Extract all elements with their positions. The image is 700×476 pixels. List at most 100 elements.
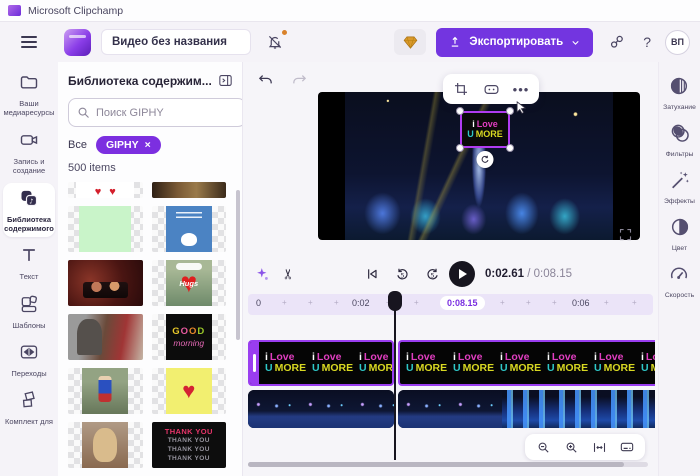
avatar[interactable]: ВП <box>665 29 690 55</box>
resize-handle[interactable] <box>506 107 514 115</box>
aspect-ratio-button[interactable] <box>479 78 503 100</box>
resize-handle[interactable] <box>506 144 514 152</box>
ruler-label: 0:06 <box>572 298 590 308</box>
diamond-icon <box>403 35 418 49</box>
gif-thumbnail-yellow-heart[interactable] <box>151 368 226 414</box>
properties-tab-color[interactable]: Цвет <box>669 216 691 252</box>
panel-scrollbar[interactable] <box>236 190 240 340</box>
filmstrip-frame <box>398 390 450 428</box>
trim-handle[interactable] <box>250 342 259 384</box>
fit-to-screen-button[interactable] <box>587 437 611 457</box>
fullscreen-icon <box>619 228 631 240</box>
gif-thumbnail-green-screen[interactable] <box>68 206 143 252</box>
properties-tab-label: Скорость <box>664 292 695 299</box>
zoom-in-button[interactable] <box>559 437 583 457</box>
play-icon <box>459 269 467 279</box>
text-clip-unit: iLoveUMORE <box>312 350 354 374</box>
text-clip[interactable]: iLoveUMOREiLoveUMOREiLoveUMOREiLoveUMORE <box>248 340 394 386</box>
transparency-checker: G O O Dmorning <box>151 314 226 360</box>
ai-suggestions-button[interactable] <box>249 261 275 287</box>
gif-thumbnail-good-morning[interactable]: G O O Dmorning <box>151 314 226 360</box>
properties-tab-fade[interactable]: Затухание <box>663 75 696 111</box>
collaborate-button[interactable] <box>603 29 629 55</box>
timeline-view-icon <box>620 442 634 452</box>
bell-slash-icon <box>268 35 282 49</box>
skip-to-start-button[interactable] <box>359 261 385 287</box>
library-icon: ♪ <box>19 188 39 213</box>
gif-art <box>76 182 135 198</box>
video-clip[interactable] <box>248 390 394 428</box>
text-clip-unit: iLoveUMORE <box>265 350 307 374</box>
sidebar-item-record[interactable]: Запись и создание <box>3 125 55 180</box>
premium-button[interactable] <box>394 29 427 55</box>
items-count: 500 items <box>68 162 116 174</box>
redo-icon <box>292 74 306 83</box>
export-button[interactable]: Экспортировать <box>436 27 594 57</box>
split-button[interactable]: ✂ <box>275 261 301 287</box>
undo-button[interactable] <box>255 70 275 90</box>
filmstrip-frame <box>450 390 502 428</box>
gif-thumbnail-blue-dog-card[interactable] <box>151 206 226 252</box>
properties-tab-filters[interactable]: Фильтры <box>666 122 693 158</box>
sidebar-item-text[interactable]: Текст <box>3 240 55 285</box>
sidebar-item-transitions[interactable]: Переходы <box>3 337 55 382</box>
panel-title: Библиотека содержим... <box>68 73 212 88</box>
editor-main: ••• i Love U MORE ✂ 5 5 0:02.61 / 0:08.1… <box>243 62 658 476</box>
gif-thumbnail-teddy-bear[interactable] <box>68 422 143 468</box>
rewind-5s-button[interactable]: 5 <box>389 261 415 287</box>
transparency-checker <box>151 206 226 252</box>
gif-thumbnail-concert-scene[interactable] <box>68 260 143 306</box>
rotate-handle[interactable] <box>476 151 494 168</box>
search-input[interactable] <box>96 106 238 119</box>
sidebar-item-brandkit[interactable]: Комплект для <box>3 385 55 430</box>
resize-handle[interactable] <box>456 107 464 115</box>
zoom-out-button[interactable] <box>531 437 555 457</box>
timeline-zoom-controls <box>525 434 645 460</box>
video-preview[interactable]: i Love U MORE <box>318 92 640 240</box>
sidebar-item-folder[interactable]: Ваши медиаресурсы <box>3 67 55 122</box>
sidebar-item-templates[interactable]: Шаблоны <box>3 289 55 334</box>
sidebar-item-label: Переходы <box>11 369 47 378</box>
properties-tab-speed[interactable]: Скорость <box>665 263 694 299</box>
timeline-view-button[interactable] <box>615 437 639 457</box>
properties-tab-effects[interactable]: Эффекты <box>664 169 695 205</box>
project-title-input[interactable] <box>101 29 251 55</box>
sidebar-item-library[interactable]: ♪ Библиотека содержимого <box>3 182 55 238</box>
video-clip[interactable] <box>398 390 655 428</box>
more-options-button[interactable]: ••• <box>509 78 533 100</box>
filter-category-label[interactable]: Все <box>68 139 87 151</box>
text-clip[interactable]: i Love U MORE i Love U MORE i Love U MORE i Love U MORE… <box>398 340 655 386</box>
help-button[interactable]: ? <box>639 34 655 50</box>
color-icon <box>669 216 691 243</box>
forward-5s-button[interactable]: 5 <box>419 261 445 287</box>
gif-thumbnail-hugs-heart[interactable]: Hugs <box>151 260 226 306</box>
timeline-scrollbar[interactable] <box>248 462 648 467</box>
collapse-panel-button[interactable] <box>217 72 234 89</box>
redo-button[interactable] <box>289 70 309 90</box>
notifications-muted-button[interactable] <box>261 28 289 56</box>
selected-gif-sticker[interactable]: i Love U MORE <box>456 107 514 168</box>
gif-art: G O O Dmorning <box>165 314 212 360</box>
brandkit-icon <box>19 390 39 415</box>
gif-thumbnail-superman[interactable] <box>68 368 143 414</box>
gif-thumbnail-sepia-photo[interactable] <box>151 182 226 198</box>
crop-button[interactable] <box>449 78 473 100</box>
collapse-panel-icon <box>219 75 232 86</box>
gif-thumbnail-cooking-scene[interactable] <box>68 314 143 360</box>
transparency-checker: Hugs <box>151 260 226 306</box>
gif-thumbnail-thank-you[interactable]: THANK YOU THANK YOU THANK YOU THANK YOU <box>151 422 226 468</box>
chip-close-icon[interactable]: × <box>145 139 151 151</box>
ruler-tick: + <box>414 298 419 307</box>
gif-thumbnail-red-hearts[interactable] <box>68 182 143 198</box>
giphy-filter-chip[interactable]: GIPHY × <box>95 136 161 154</box>
timeline-ruler[interactable]: 0+++0:02++0:08.15+++0:06++ <box>248 294 653 315</box>
menu-button[interactable] <box>14 27 44 57</box>
resize-handle[interactable] <box>456 144 464 152</box>
fullscreen-button[interactable] <box>615 224 635 244</box>
forward-5-icon: 5 <box>426 268 438 279</box>
scissors-icon: ✂ <box>279 268 296 280</box>
zoom-in-icon <box>566 442 577 453</box>
search-box <box>68 98 242 127</box>
play-button[interactable] <box>449 261 475 287</box>
effects-icon <box>669 169 691 196</box>
